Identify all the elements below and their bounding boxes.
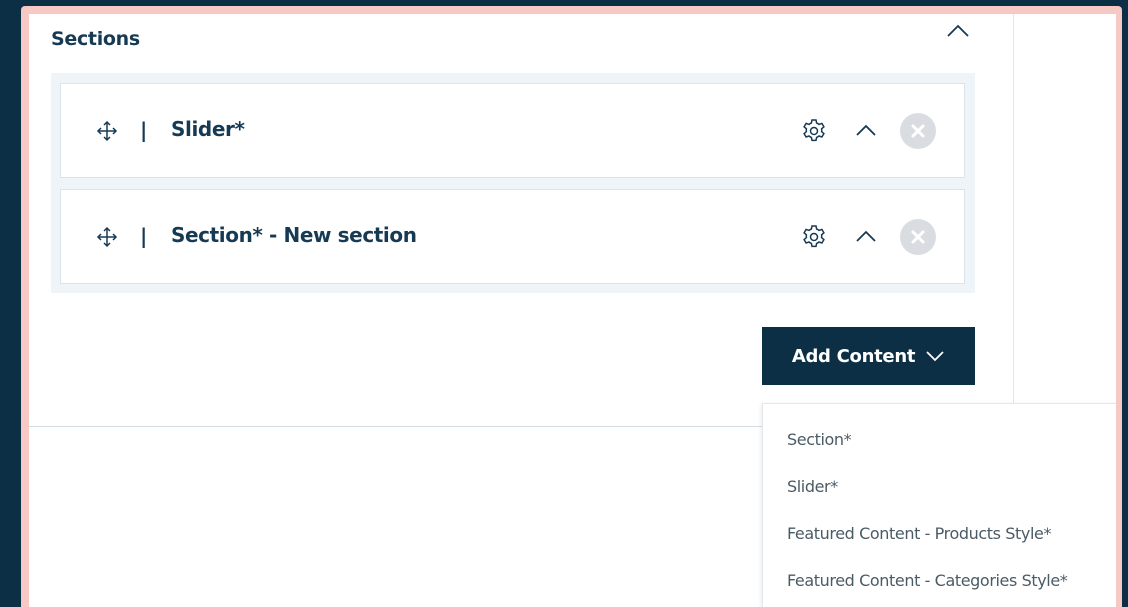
dropdown-option-featured-categories[interactable]: Featured Content - Categories Style* [763, 557, 1116, 604]
sections-panel: Sections | Slider* | Section* - New sect… [29, 14, 1116, 607]
column-divider [1013, 14, 1014, 404]
remove-close-icon[interactable] [900, 113, 936, 149]
sections-list: | Slider* | Section* - New section [51, 73, 975, 293]
remove-close-icon[interactable] [900, 219, 936, 255]
dropdown-option-section[interactable]: Section* [763, 416, 1116, 463]
section-row[interactable]: | Section* - New section [60, 189, 965, 284]
collapse-chevron-up-icon[interactable] [854, 120, 878, 142]
add-content-dropdown: Section* Slider* Featured Content - Prod… [762, 403, 1116, 607]
add-content-button[interactable]: Add Content [762, 327, 975, 385]
section-title: Section* - New section [171, 223, 417, 247]
separator: | [140, 118, 148, 142]
panel-title: Sections [51, 28, 140, 50]
dropdown-option-featured-products[interactable]: Featured Content - Products Style* [763, 510, 1116, 557]
move-icon[interactable] [95, 225, 119, 249]
section-row[interactable]: | Slider* [60, 83, 965, 178]
collapse-chevron-up-icon[interactable] [854, 226, 878, 248]
add-content-label: Add Content [791, 345, 916, 367]
section-title: Slider* [171, 117, 245, 141]
separator: | [140, 224, 148, 248]
move-icon[interactable] [95, 119, 119, 143]
chevron-down-icon [926, 351, 944, 362]
dropdown-option-slider[interactable]: Slider* [763, 463, 1116, 510]
gear-icon[interactable] [801, 118, 827, 144]
row-divider [29, 426, 764, 427]
collapse-panel-chevron-up-icon[interactable] [945, 20, 971, 42]
gear-icon[interactable] [801, 224, 827, 250]
